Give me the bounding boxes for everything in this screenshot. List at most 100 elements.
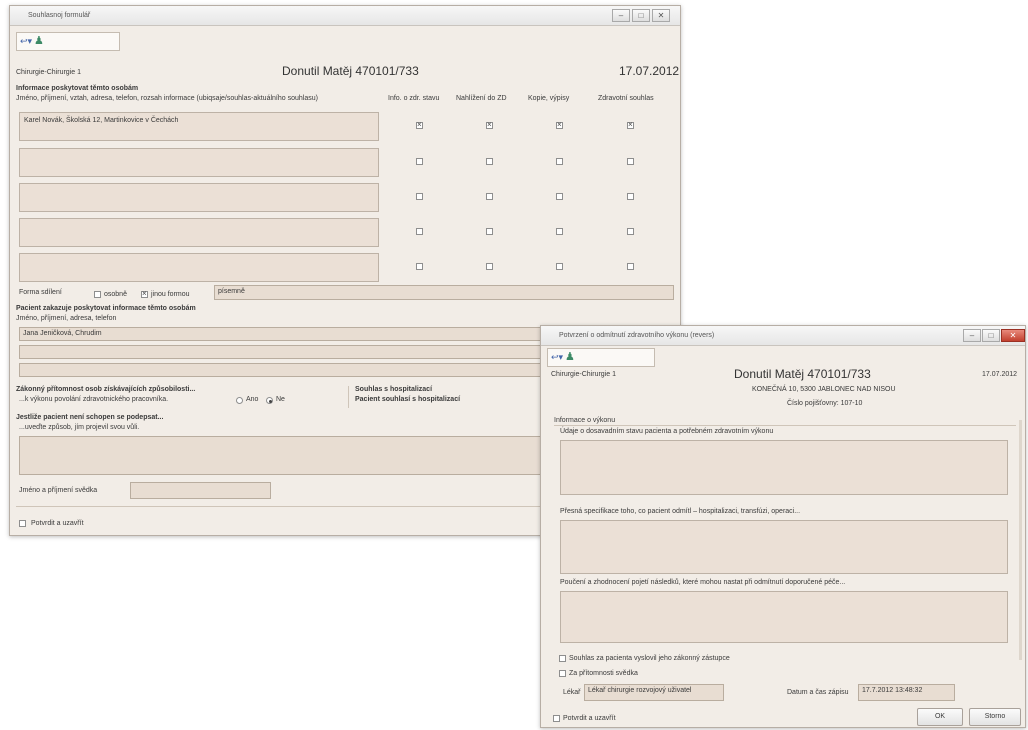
form-date: 17.07.2012: [619, 64, 680, 78]
toolbar: ↩▾ ♟: [547, 348, 655, 367]
pouceni-textarea[interactable]: [560, 591, 1008, 643]
undo-arrow-icon[interactable]: ↩▾: [20, 36, 32, 47]
souhlas-subtitle: Pacient souhlasí s hospitalizací: [355, 396, 461, 403]
forma-osobne-checkbox[interactable]: [94, 291, 101, 298]
row2-nahlizeni-checkbox[interactable]: [486, 158, 493, 165]
row4-nahlizeni-checkbox[interactable]: [486, 228, 493, 235]
forma-jinou-checkbox[interactable]: [141, 289, 148, 298]
close-button[interactable]: ✕: [652, 9, 670, 22]
revers-window: Potvrzení o odmítnutí zdravotního výkonu…: [540, 325, 1026, 728]
patient-name: Donutil Matěj 470101/733: [282, 64, 419, 78]
maximize-button[interactable]: □: [632, 9, 650, 22]
row5-kopie-checkbox[interactable]: [556, 263, 563, 270]
ok-button[interactable]: OK: [917, 708, 963, 726]
divider: [348, 386, 349, 408]
forma-label: Forma sdílení: [19, 289, 62, 296]
maximize-button[interactable]: □: [982, 329, 1000, 342]
row1-nahlizeni-checkbox[interactable]: [486, 120, 493, 129]
specifikace-label: Přesná specifikace toho, co pacient odmí…: [560, 508, 801, 515]
column-header-souhlas: Zdravotní souhlas: [598, 95, 654, 102]
deny-section-subtitle: Jméno, příjmení, adresa, telefon: [16, 315, 117, 322]
row2-info-checkbox[interactable]: [416, 158, 423, 165]
insurance-number: Číslo pojišťovny: 107-10: [787, 400, 863, 407]
nemuze-section-title: Jestliže pacient není schopen se podepsa…: [16, 414, 164, 421]
undo-arrow-icon[interactable]: ↩▾: [551, 352, 563, 363]
info-group-title: Informace o výkonu: [554, 417, 616, 424]
row3-nahlizeni-checkbox[interactable]: [486, 193, 493, 200]
datum-input[interactable]: 17.7.2012 13:48:32: [858, 684, 955, 701]
zakonny-ne-radio[interactable]: [266, 397, 273, 404]
svedek-label: Za přítomnosti svědka: [569, 670, 638, 677]
potvrdit-label: Potvrdit a uzavřít: [563, 715, 616, 722]
patient-name: Donutil Matěj 470101/733: [734, 367, 871, 381]
storno-button[interactable]: Storno: [969, 708, 1021, 726]
datum-value: 17.7.2012 13:48:32: [862, 687, 923, 694]
scrollbar[interactable]: [1019, 420, 1022, 660]
user-icon[interactable]: ♟: [565, 350, 575, 363]
lekar-label: Lékař: [563, 689, 581, 696]
window-title: Potvrzení o odmítnutí zdravotního výkonu…: [559, 332, 715, 339]
divider: [554, 425, 1016, 426]
svedek-input[interactable]: [130, 482, 271, 499]
potvrdit-label: Potvrdit a uzavřít: [31, 520, 84, 527]
row1-souhlas-checkbox[interactable]: [627, 120, 634, 129]
datum-label: Datum a čas zápisu: [787, 689, 849, 696]
row5-nahlizeni-checkbox[interactable]: [486, 263, 493, 270]
user-icon[interactable]: ♟: [34, 34, 44, 47]
person-row-4[interactable]: [19, 218, 379, 247]
row4-info-checkbox[interactable]: [416, 228, 423, 235]
zastupce-checkbox[interactable]: [559, 655, 566, 662]
row4-souhlas-checkbox[interactable]: [627, 228, 634, 235]
form-date: 17.07.2012: [982, 371, 1018, 378]
zakonny-ne-label: Ne: [276, 396, 285, 403]
svedek-label: Jméno a příjmení svědka: [19, 487, 98, 494]
forma-osobne-label: osobně: [104, 291, 127, 298]
row5-souhlas-checkbox[interactable]: [627, 263, 634, 270]
unit-label: Chirurgie-Chirurgie 1: [551, 371, 616, 378]
patient-address: KONEČNÁ 10, 5300 JABLONEC NAD NISOU: [752, 386, 896, 393]
column-header-nahlizeni: Nahlížení do ZD: [456, 95, 507, 102]
souhlas-title: Souhlas s hospitalizací: [355, 386, 433, 393]
row5-info-checkbox[interactable]: [416, 263, 423, 270]
column-header-kopie: Kopie, výpisy: [528, 95, 570, 102]
specifikace-textarea[interactable]: [560, 520, 1008, 574]
deny-section-title: Pacient zakazuje poskytovat informace tě…: [16, 305, 196, 312]
forma-input-value: písemně: [218, 288, 245, 295]
close-button[interactable]: ✕: [1001, 329, 1025, 342]
person-row-text: Karel Novák, Školská 12, Martinkovice v …: [24, 117, 179, 124]
row4-kopie-checkbox[interactable]: [556, 228, 563, 235]
title-bar: Potvrzení o odmítnutí zdravotního výkonu…: [541, 326, 1025, 346]
zastupce-label: Souhlas za pacienta vyslovil jeho zákonn…: [569, 655, 730, 662]
unit-label: Chirurgie-Chirurgie 1: [16, 69, 81, 76]
row3-info-checkbox[interactable]: [416, 193, 423, 200]
stav-label: Údaje o dosavadním stavu pacienta a potř…: [560, 428, 774, 435]
row2-souhlas-checkbox[interactable]: [627, 158, 634, 165]
info-section-title: Informace poskytovat těmto osobám: [16, 85, 139, 92]
potvrdit-checkbox[interactable]: [553, 715, 560, 722]
minimize-button[interactable]: –: [963, 329, 981, 342]
person-row-5[interactable]: [19, 253, 379, 282]
person-row-3[interactable]: [19, 183, 379, 212]
zakonny-ano-label: Ano: [246, 396, 259, 403]
zakonny-ano-radio[interactable]: [236, 397, 243, 404]
row3-souhlas-checkbox[interactable]: [627, 193, 634, 200]
potvrdit-checkbox[interactable]: [19, 520, 26, 527]
forma-input[interactable]: písemně: [214, 285, 674, 300]
window-title: Souhlasnoj formulář: [28, 12, 91, 19]
minimize-button[interactable]: –: [612, 9, 630, 22]
row1-info-checkbox[interactable]: [416, 120, 423, 129]
title-bar: Souhlasnoj formulář – □ ✕: [10, 6, 680, 26]
row3-kopie-checkbox[interactable]: [556, 193, 563, 200]
deny-row-value: Jana Jeničková, Chrudim: [23, 330, 102, 337]
zakonny-section-subtitle: ...k výkonu povolání zdravotnického prac…: [19, 396, 169, 403]
zakonny-section-title: Zákonný přítomnost osob získávajících zp…: [16, 386, 196, 393]
nemuze-section-subtitle: ...uveďte způsob, jím projevil svou vůli…: [19, 424, 140, 431]
person-row-1[interactable]: Karel Novák, Školská 12, Martinkovice v …: [19, 112, 379, 141]
row1-kopie-checkbox[interactable]: [556, 120, 563, 129]
svedek-checkbox[interactable]: [559, 670, 566, 677]
toolbar: ↩▾ ♟: [16, 32, 120, 51]
stav-textarea[interactable]: [560, 440, 1008, 495]
lekar-input[interactable]: Lékař chirurgie rozvojový uživatel: [584, 684, 724, 701]
person-row-2[interactable]: [19, 148, 379, 177]
row2-kopie-checkbox[interactable]: [556, 158, 563, 165]
